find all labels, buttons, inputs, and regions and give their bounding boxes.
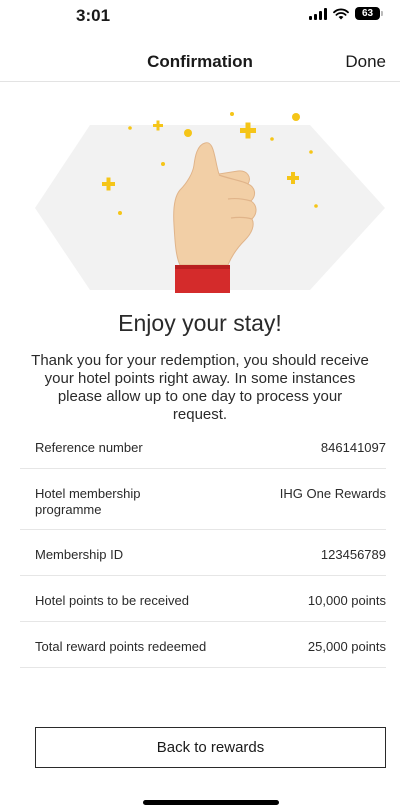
details-list: Reference number 846141097 Hotel members… (20, 423, 386, 668)
home-indicator (143, 800, 279, 805)
detail-row-reference: Reference number 846141097 (20, 423, 386, 469)
status-time: 3:01 (76, 6, 111, 25)
thumbs-up-illustration (35, 112, 385, 293)
headline: Enjoy your stay! (118, 310, 282, 336)
detail-value: 10,000 points (307, 593, 386, 608)
detail-row-reward-points: Total reward points redeemed 25,000 poin… (20, 622, 386, 668)
detail-label: Membership ID (35, 547, 124, 562)
detail-label: Total reward points redeemed (35, 639, 207, 654)
detail-value: IHG One Rewards (279, 486, 386, 501)
battery-icon: 63 (355, 7, 383, 20)
signal-icon (309, 7, 327, 20)
back-to-rewards-button[interactable]: Back to rewards (35, 727, 386, 768)
status-bar: 3:01 63 (0, 0, 400, 36)
detail-row-hotel-points: Hotel points to be received 10,000 point… (20, 576, 386, 622)
detail-value: 846141097 (320, 440, 386, 455)
done-button[interactable]: Done (345, 52, 386, 72)
detail-row-membership-id: Membership ID 123456789 (20, 530, 386, 576)
wifi-icon (333, 8, 349, 19)
detail-label: Reference number (35, 440, 143, 455)
confirmation-message: Thank you for your redemption, you shoul… (31, 352, 369, 423)
page-title: Confirmation (147, 52, 253, 71)
detail-value: 25,000 points (307, 639, 386, 654)
status-icons: 63 (309, 7, 383, 20)
detail-label: Hotel membership programme (35, 486, 141, 517)
detail-row-membership-programme: Hotel membership programme IHG One Rewar… (20, 469, 386, 530)
detail-value: 123456789 (320, 547, 386, 562)
nav-bar: Confirmation Done (0, 42, 400, 82)
detail-label: Hotel points to be received (35, 593, 189, 608)
